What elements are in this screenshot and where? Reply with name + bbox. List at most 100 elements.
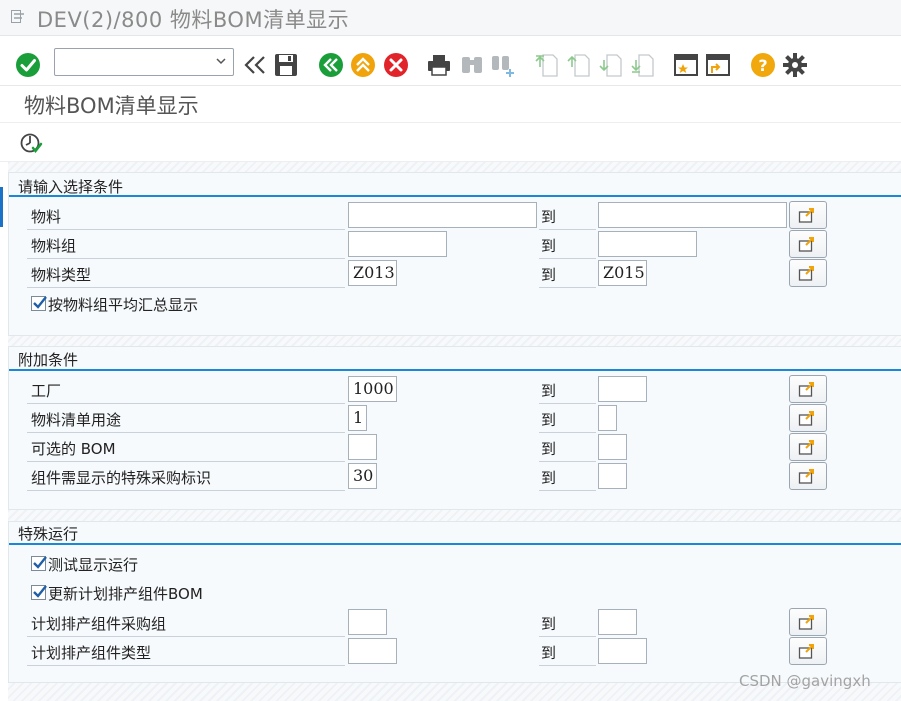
- command-field[interactable]: [54, 48, 234, 76]
- previous-page-button[interactable]: [566, 52, 592, 78]
- find-next-button[interactable]: [490, 52, 516, 78]
- settings-icon: [783, 53, 807, 77]
- last-page-icon: [631, 54, 654, 77]
- component-type-low-input[interactable]: [348, 638, 397, 664]
- multiple-selection-icon: [798, 266, 814, 281]
- material-type-high-input[interactable]: Z015: [598, 260, 647, 286]
- first-page-button[interactable]: [534, 52, 560, 78]
- multiple-selection-button[interactable]: [789, 201, 827, 229]
- test-run-checkbox[interactable]: [31, 556, 47, 571]
- title-bar: DEV(2)/800 物料BOM清单显示: [0, 0, 901, 36]
- multiple-selection-button[interactable]: [789, 433, 827, 461]
- multiple-selection-icon: [798, 615, 814, 630]
- field-label-material-type: 物料类型: [31, 266, 92, 284]
- to-label: 到: [541, 615, 557, 633]
- program-title: 物料BOM清单显示: [24, 94, 199, 118]
- multiple-selection-button[interactable]: [789, 404, 827, 432]
- command-input[interactable]: [55, 49, 205, 75]
- chevron-down-icon[interactable]: [215, 55, 227, 67]
- enter-button[interactable]: [15, 52, 41, 78]
- group-title: 附加条件: [18, 351, 79, 369]
- material-low-input[interactable]: [348, 202, 537, 228]
- to-label: 到: [541, 266, 557, 284]
- next-page-icon: [599, 54, 622, 77]
- update-bom-checkbox[interactable]: [31, 585, 47, 600]
- bom-usage-high-input[interactable]: [598, 405, 617, 431]
- to-label: 到: [541, 382, 557, 400]
- find-next-icon: [492, 56, 514, 77]
- enter-icon: [16, 53, 40, 77]
- to-label: 到: [541, 644, 557, 662]
- to-label: 到: [541, 469, 557, 487]
- settings-button[interactable]: [782, 52, 808, 78]
- back-green-button[interactable]: [318, 52, 344, 78]
- shortcut-icon: [706, 54, 730, 76]
- field-label-purchasing-group: 计划排产组件采购组: [31, 615, 167, 633]
- menu-icon[interactable]: [11, 10, 25, 23]
- back-green-icon: [319, 53, 343, 77]
- new-session-button[interactable]: [673, 52, 699, 78]
- svg-text:?: ?: [758, 56, 767, 75]
- multiple-selection-icon: [798, 411, 814, 426]
- material-high-input[interactable]: [598, 202, 787, 228]
- average-by-group-label: 按物料组平均汇总显示: [48, 296, 199, 314]
- multiple-selection-button[interactable]: [789, 375, 827, 403]
- print-icon: [428, 55, 450, 76]
- component-type-high-input[interactable]: [598, 638, 647, 664]
- plant-high-input[interactable]: [598, 376, 647, 402]
- multiple-selection-icon: [798, 237, 814, 252]
- field-label-material-group: 物料组: [31, 237, 77, 255]
- exit-button[interactable]: [350, 52, 376, 78]
- average-by-group-checkbox[interactable]: [31, 296, 47, 311]
- test-run-label: 测试显示运行: [48, 556, 139, 574]
- to-label: 到: [541, 440, 557, 458]
- special-procurement-low-input[interactable]: 30: [348, 463, 377, 489]
- material-group-low-input[interactable]: [348, 231, 447, 257]
- focus-indicator: [0, 187, 3, 227]
- purchasing-group-high-input[interactable]: [598, 609, 637, 635]
- update-bom-label: 更新计划排产组件BOM: [48, 585, 203, 603]
- help-button[interactable]: ?: [750, 52, 776, 78]
- bom-usage-low-input[interactable]: 1: [348, 405, 367, 431]
- field-label-alternative-bom: 可选的 BOM: [31, 440, 116, 458]
- multiple-selection-button[interactable]: [789, 608, 827, 636]
- material-group-high-input[interactable]: [598, 231, 697, 257]
- to-label: 到: [541, 237, 557, 255]
- print-button[interactable]: [426, 52, 452, 78]
- field-label-material: 物料: [31, 208, 62, 226]
- new-session-icon: [674, 54, 698, 76]
- multiple-selection-icon: [798, 644, 814, 659]
- help-icon: ?: [751, 53, 775, 77]
- cancel-button[interactable]: [383, 52, 409, 78]
- alternative-bom-high-input[interactable]: [598, 434, 627, 460]
- find-button[interactable]: [459, 52, 485, 78]
- back-icon: [244, 56, 265, 74]
- execute-icon[interactable]: [19, 131, 43, 155]
- next-page-button[interactable]: [598, 52, 624, 78]
- watermark: CSDN @gavingxh: [739, 672, 871, 690]
- cancel-icon: [384, 53, 408, 77]
- to-label: 到: [541, 411, 557, 429]
- alternative-bom-low-input[interactable]: [348, 434, 377, 460]
- shortcut-button[interactable]: [705, 52, 731, 78]
- multiple-selection-button[interactable]: [789, 230, 827, 258]
- checkmark-icon: [33, 296, 47, 309]
- multiple-selection-button[interactable]: [789, 637, 827, 665]
- group-title: 特殊运行: [18, 525, 79, 543]
- field-label-component-type: 计划排产组件类型: [31, 644, 152, 662]
- save-button[interactable]: [273, 52, 299, 78]
- multiple-selection-button[interactable]: [789, 259, 827, 287]
- purchasing-group-low-input[interactable]: [348, 609, 387, 635]
- special-procurement-high-input[interactable]: [598, 463, 627, 489]
- material-type-low-input[interactable]: Z013: [348, 260, 397, 286]
- plant-low-input[interactable]: 1000: [348, 376, 397, 402]
- last-page-button[interactable]: [630, 52, 656, 78]
- first-page-icon: [535, 54, 558, 77]
- field-label-bom-usage: 物料清单用途: [31, 411, 122, 429]
- field-label-plant: 工厂: [31, 382, 62, 400]
- back-button[interactable]: [242, 52, 268, 78]
- previous-page-icon: [567, 54, 590, 77]
- field-label-special-procurement: 组件需显示的特殊采购标识: [31, 469, 212, 487]
- multiple-selection-button[interactable]: [789, 462, 827, 490]
- save-icon: [275, 54, 297, 76]
